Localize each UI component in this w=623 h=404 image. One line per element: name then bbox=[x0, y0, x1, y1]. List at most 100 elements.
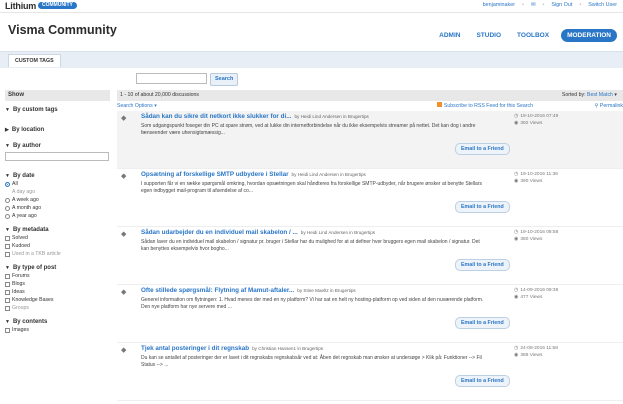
rss-label: Subscribe to RSS Feed for this Search bbox=[443, 103, 533, 109]
result-title-text[interactable]: Ofte stillede spørgsmål: Flytning af Mam… bbox=[141, 287, 294, 294]
thread-icon: ◆ bbox=[121, 173, 127, 180]
result-views: ◉ 390 Views bbox=[514, 178, 558, 185]
option-label: A year ago bbox=[12, 213, 37, 219]
moderation-button[interactable]: MODERATION bbox=[561, 29, 617, 42]
thread-icon: ◆ bbox=[121, 115, 127, 122]
contents-option-images[interactable]: Images bbox=[5, 327, 110, 333]
result-title-text[interactable]: Opsætning af forskellige SMTP udbydere i… bbox=[141, 171, 289, 178]
checkbox[interactable] bbox=[5, 251, 10, 257]
triangle-down-icon: ▼ bbox=[5, 227, 10, 233]
admin-button[interactable]: ADMIN bbox=[435, 29, 464, 42]
result-title[interactable]: Sådan udarbejder du en individuel mail s… bbox=[141, 229, 375, 236]
filter-label: By location bbox=[11, 127, 45, 133]
eye-icon: ◉ bbox=[514, 236, 519, 242]
logo: Lithium bbox=[5, 1, 37, 11]
views-text: 380 Views bbox=[520, 237, 543, 242]
result-snippet: Sådan laver du en individuel mail skabel… bbox=[141, 239, 480, 252]
radio-button[interactable] bbox=[5, 197, 10, 203]
result-title-text[interactable]: Tjek antal posteringer i dit regnskab bbox=[141, 345, 249, 352]
email-to-friend-button[interactable]: Email to a Friend bbox=[455, 201, 510, 213]
triangle-down-icon: ▼ bbox=[5, 319, 10, 325]
sort-control[interactable]: Sorted by: Best Match ▾ bbox=[562, 90, 617, 101]
option-label: Solved bbox=[12, 235, 28, 241]
sign-out-link[interactable]: Sign Out bbox=[551, 2, 572, 8]
results-panel: 1 - 10 of about 20,000 discussions Sorte… bbox=[117, 90, 623, 401]
post-type-ideas[interactable]: Ideas bbox=[5, 289, 110, 295]
tab-custom-tags[interactable]: CUSTOM TAGS bbox=[8, 54, 61, 67]
email-to-friend-button[interactable]: Email to a Friend bbox=[455, 143, 510, 155]
metadata-option-tkb[interactable]: Used in a TKB article bbox=[5, 251, 110, 257]
filter-location[interactable]: ▶ By location bbox=[5, 127, 110, 133]
checkbox[interactable] bbox=[5, 289, 10, 295]
checkbox[interactable] bbox=[5, 297, 10, 303]
result-date: ◷ 19-10-2016 07:49 bbox=[514, 113, 558, 120]
filter-post-type[interactable]: ▼ By type of post bbox=[5, 265, 110, 271]
checkbox[interactable] bbox=[5, 235, 10, 241]
date-option-day[interactable]: A day ago bbox=[5, 189, 110, 195]
separator: • bbox=[542, 2, 545, 8]
author-input[interactable] bbox=[5, 152, 109, 161]
date-text: 24-08-2016 11:58 bbox=[520, 346, 558, 351]
thread-icon: ◆ bbox=[121, 289, 127, 296]
checkbox[interactable] bbox=[5, 327, 10, 333]
post-type-forums[interactable]: Forums bbox=[5, 273, 110, 279]
checkbox[interactable] bbox=[5, 305, 10, 311]
checkbox[interactable] bbox=[5, 281, 10, 287]
community-badge[interactable]: COMMUNITY bbox=[38, 2, 77, 9]
result-title-text[interactable]: Sådan udarbejder du en individuel mail s… bbox=[141, 229, 298, 236]
metadata-option-solved[interactable]: Solved bbox=[5, 235, 110, 241]
toolbox-button[interactable]: TOOLBOX bbox=[513, 29, 553, 42]
result-title-text[interactable]: Sådan kan du sikre dit netkort ikke sluk… bbox=[141, 113, 291, 120]
email-to-friend-button[interactable]: Email to a Friend bbox=[455, 317, 510, 329]
result-title[interactable]: Opsætning af forskellige SMTP udbydere i… bbox=[141, 171, 366, 178]
permalink-link[interactable]: ⚲ Permalink bbox=[595, 101, 623, 111]
checkbox[interactable] bbox=[5, 273, 10, 279]
username-link[interactable]: benjaminaker bbox=[483, 2, 515, 8]
date-option-week[interactable]: A week ago bbox=[5, 197, 110, 203]
search-input[interactable] bbox=[136, 73, 207, 84]
result-title[interactable]: Sådan kan du sikre dit netkort ikke sluk… bbox=[141, 113, 369, 120]
result-date: ◷ 24-08-2016 11:58 bbox=[514, 345, 558, 352]
checkbox[interactable] bbox=[5, 243, 10, 249]
filter-contents[interactable]: ▼ By contents bbox=[5, 319, 110, 325]
option-label: A week ago bbox=[12, 197, 39, 203]
thread-icon: ◆ bbox=[121, 231, 127, 238]
radio-button[interactable] bbox=[5, 213, 10, 219]
search-options-link[interactable]: Search Options ▾ bbox=[117, 103, 157, 109]
email-to-friend-button[interactable]: Email to a Friend bbox=[455, 259, 510, 271]
result-author[interactable]: by Heidi Lind Andersen in Brugertips bbox=[294, 114, 368, 119]
metadata-option-kudoed[interactable]: Kudoed bbox=[5, 243, 110, 249]
date-option-month[interactable]: A month ago bbox=[5, 205, 110, 211]
search-button[interactable]: Search bbox=[210, 73, 239, 86]
chevron-down-icon: ▾ bbox=[154, 103, 157, 109]
filter-author[interactable]: ▼ By author bbox=[5, 143, 110, 149]
filter-label: By author bbox=[12, 143, 41, 149]
mail-icon[interactable]: ✉ bbox=[531, 2, 536, 8]
post-type-blogs[interactable]: Blogs bbox=[5, 281, 110, 287]
eye-icon: ◉ bbox=[514, 178, 519, 184]
triangle-down-icon: ▼ bbox=[5, 265, 10, 271]
result-title[interactable]: Ofte stillede spørgsmål: Flytning af Mam… bbox=[141, 287, 356, 294]
rss-link[interactable]: Subscribe to RSS Feed for this Search bbox=[436, 101, 533, 111]
results-count: 1 - 10 of about 20,000 discussions bbox=[120, 92, 200, 98]
date-option-all[interactable]: All bbox=[5, 181, 110, 187]
result-title[interactable]: Tjek antal posteringer i dit regnskab by … bbox=[141, 345, 323, 352]
option-label: Ideas bbox=[12, 289, 25, 295]
result-date: ◷ 14-09-2016 09:36 bbox=[514, 287, 558, 294]
result-author[interactable]: by Stine Maeltz in Brugertips bbox=[297, 288, 355, 293]
studio-button[interactable]: STUDIO bbox=[472, 29, 505, 42]
radio-button[interactable] bbox=[5, 205, 10, 211]
switch-user-link[interactable]: Switch User bbox=[588, 2, 617, 8]
sort-value[interactable]: Best Match bbox=[587, 92, 613, 98]
filter-custom-tags[interactable]: ▼ By custom tags bbox=[5, 107, 110, 113]
filter-date[interactable]: ▼ By date bbox=[5, 173, 110, 179]
post-type-knowledge-bases[interactable]: Knowledge Bases bbox=[5, 297, 110, 303]
email-to-friend-button[interactable]: Email to a Friend bbox=[455, 375, 510, 387]
filter-metadata[interactable]: ▼ By metadata bbox=[5, 227, 110, 233]
result-author[interactable]: by Heidi Lind Andersen in Brugertips bbox=[301, 230, 375, 235]
post-type-groups[interactable]: Groups bbox=[5, 305, 110, 311]
date-option-year[interactable]: A year ago bbox=[5, 213, 110, 219]
result-author[interactable]: by Heidi Lind Andersen in Brugertips bbox=[292, 172, 366, 177]
radio-button[interactable] bbox=[5, 181, 10, 187]
result-author[interactable]: by Christian Hansen1 in Brugertips bbox=[252, 346, 323, 351]
